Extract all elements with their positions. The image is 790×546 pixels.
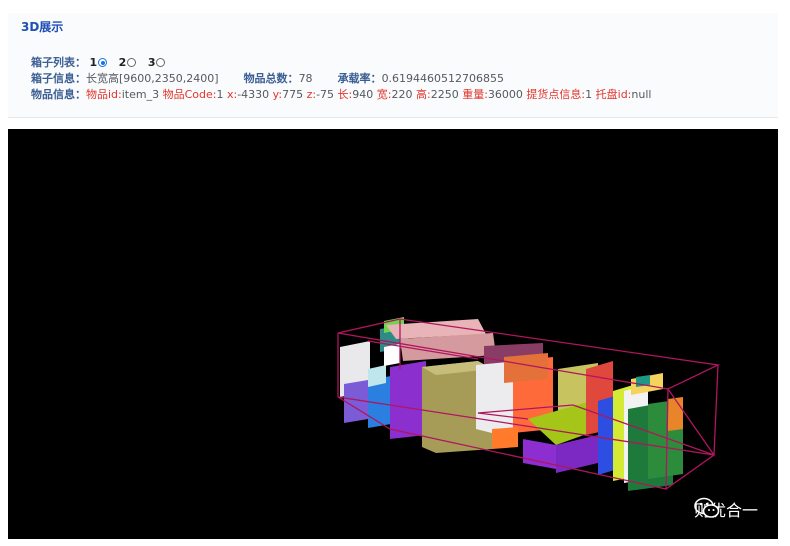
item-x-value: -4330 [237,88,270,101]
packed-items [340,317,683,491]
item-info-row: 物品信息：物品id:item_3 物品Code:1 x:-4330 y:775 … [31,88,652,101]
total-items-value: 78 [298,72,313,85]
watermark: 则优合一 [694,497,758,521]
info-panel: 3D展示 箱子列表： 1 2 3 箱子信息：长宽高[9600,2350,2400… [8,13,778,118]
load-rate-value: 0.6194460512706855 [381,72,505,85]
box-info-label: 箱子信息： [31,72,86,85]
radio-unchecked-icon [156,58,166,67]
total-items-label: 物品总数： [243,72,299,85]
box-dimensions: 长宽高[9600,2350,2400] [86,72,219,85]
item-weight-value: 36000 [487,88,523,101]
load-rate-label: 承载率： [337,72,382,85]
box-list-label: 箱子列表： [31,56,86,69]
item-info-label: 物品信息： [31,88,86,101]
wechat-icon [694,497,720,518]
box-radio-2[interactable]: 2 [119,56,137,69]
box-radio-1[interactable]: 1 [90,56,108,69]
item-z-value: -75 [316,88,335,101]
item-code-value: 1 [216,88,224,101]
box-radio-3[interactable]: 3 [148,56,166,69]
pallet-id-value: null [631,88,652,101]
item-height-value: 2250 [430,88,459,101]
item-width-value: 220 [391,88,413,101]
box-list-row: 箱子列表： 1 2 3 [31,54,173,70]
panel-title: 3D展示 [21,20,64,34]
container-3d-view [337,317,721,491]
radio-unchecked-icon [127,58,137,67]
radio-checked-icon [98,58,108,67]
pickup-point-value: 1 [585,88,593,101]
item-y-value: 775 [282,88,304,101]
item-length-value: 940 [352,88,374,101]
item-id-value: item_3 [121,88,160,101]
box-info-row: 箱子信息：长宽高[9600,2350,2400] 物品总数：78 承载率：0.6… [31,70,504,86]
3d-canvas[interactable]: 则优合一 [8,129,778,539]
